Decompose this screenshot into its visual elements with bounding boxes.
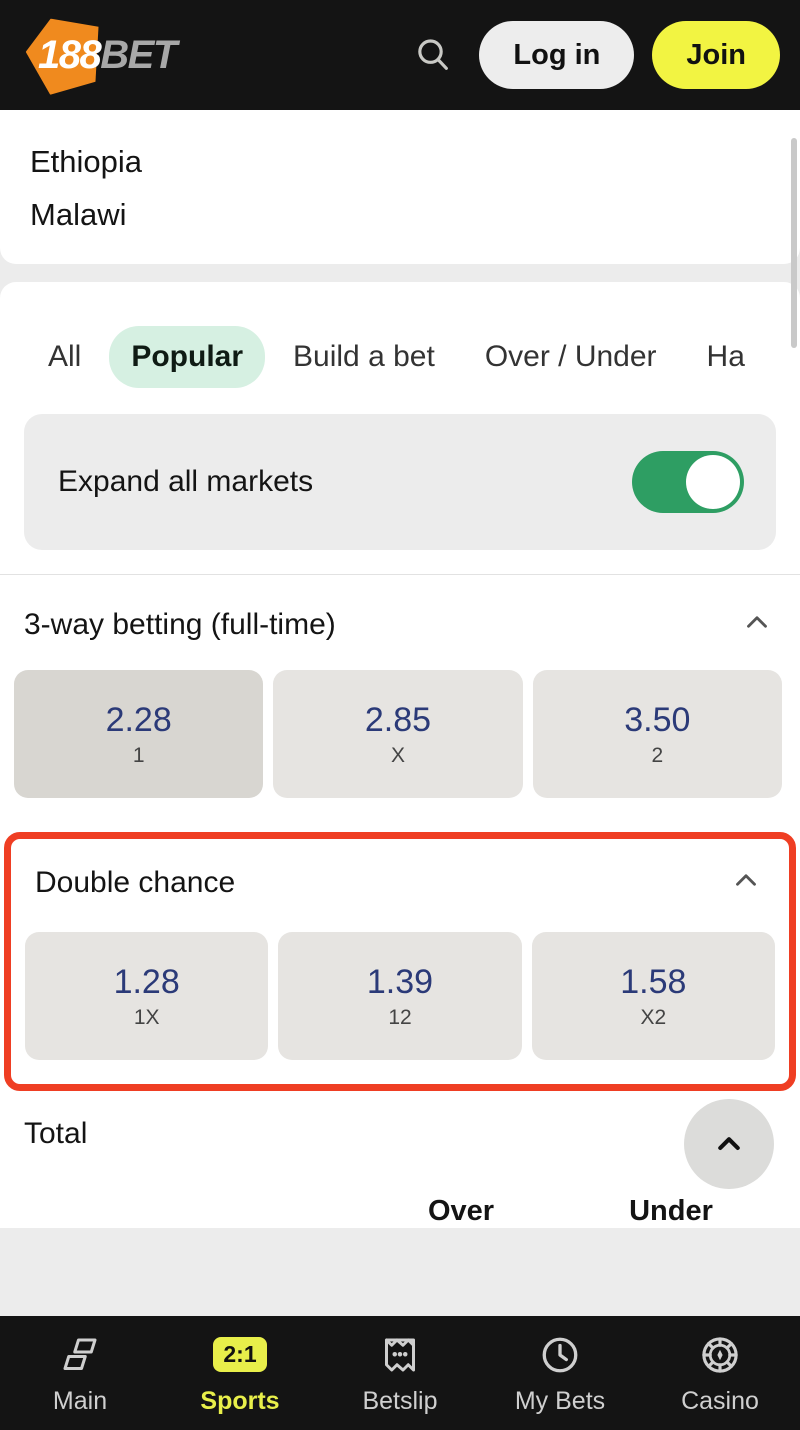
panels-icon (59, 1333, 101, 1377)
scroll-to-top-button[interactable] (684, 1099, 774, 1189)
scroll-content[interactable]: Ethiopia Malawi All Popular Build a bet … (0, 110, 800, 1316)
market-double-chance: Double chance 1.28 1X 1.39 12 1.58 X2 (4, 832, 796, 1091)
toggle-knob (686, 455, 740, 509)
logo-wordmark: 188BET (26, 33, 177, 77)
market-title-3-way: 3-way betting (full-time) (24, 607, 336, 641)
tab-handicap[interactable]: Ha (685, 326, 767, 388)
nav-item-main[interactable]: Main (0, 1333, 160, 1414)
over-column-header: Over (427, 1195, 495, 1227)
odds-label: X2 (640, 1005, 667, 1029)
app-screen: 188BET Log in Join Ethiopia Malawi All P… (0, 0, 800, 1430)
odds-row-3-way: 2.28 1 2.85 X 3.50 2 (0, 660, 800, 820)
nav-item-betslip[interactable]: Betslip (320, 1333, 480, 1414)
odds-button-12[interactable]: 1.39 12 (278, 932, 522, 1060)
nav-item-sports[interactable]: 2:1 Sports (160, 1333, 320, 1414)
expand-all-markets-row[interactable]: Expand all markets (24, 414, 776, 550)
login-button[interactable]: Log in (479, 21, 635, 89)
market-3-way-betting: 3-way betting (full-time) 2.28 1 2.85 X … (0, 575, 800, 826)
tab-all[interactable]: All (26, 326, 103, 388)
logo-bet-text: BET (100, 33, 177, 77)
market-header-3-way[interactable]: 3-way betting (full-time) (0, 575, 800, 660)
brand-logo[interactable]: 188BET (26, 12, 177, 98)
nav-label-my-bets: My Bets (514, 1386, 606, 1415)
odds-label: 1X (133, 1005, 160, 1029)
chevron-up-icon[interactable] (729, 863, 763, 902)
nav-item-casino[interactable]: Casino (640, 1333, 800, 1414)
score-2-1-badge-icon: 2:1 (213, 1333, 267, 1377)
odds-value: 2.85 (364, 700, 432, 739)
market-title-total: Total (24, 1117, 88, 1150)
markets-card: All Popular Build a bet Over / Under Ha … (0, 282, 800, 1228)
nav-label-casino: Casino (681, 1386, 759, 1415)
join-button[interactable]: Join (652, 21, 780, 89)
nav-item-my-bets[interactable]: My Bets (480, 1333, 640, 1414)
expand-all-markets-toggle[interactable] (632, 451, 744, 513)
odds-button-draw[interactable]: 2.85 X (273, 670, 523, 798)
market-total: Total Over Under (0, 1091, 800, 1228)
odds-value: 1.58 (620, 962, 687, 1001)
under-column-header: Under (629, 1195, 713, 1227)
score-badge-text: 2:1 (213, 1337, 267, 1372)
odds-label: 1 (132, 743, 145, 767)
ticket-icon (380, 1333, 420, 1377)
market-header-double-chance[interactable]: Double chance (11, 839, 789, 928)
expand-all-wrapper: Expand all markets (0, 410, 800, 574)
event-teams-card: Ethiopia Malawi (0, 110, 800, 264)
tab-build-a-bet[interactable]: Build a bet (271, 326, 457, 388)
nav-label-betslip: Betslip (362, 1386, 438, 1415)
odds-button-home[interactable]: 2.28 1 (14, 670, 264, 798)
header-actions: Log in Join (405, 21, 782, 89)
tab-over-under[interactable]: Over / Under (463, 326, 679, 388)
chevron-up-icon[interactable] (740, 605, 774, 644)
odds-button-x2[interactable]: 1.58 X2 (531, 932, 775, 1060)
odds-value: 2.28 (105, 700, 172, 739)
home-team-name: Ethiopia (30, 144, 143, 179)
odds-label: X (390, 743, 405, 767)
tab-popular[interactable]: Popular (109, 326, 266, 388)
away-team-name: Malawi (30, 197, 127, 232)
total-column-headers: Over Under (24, 1151, 776, 1228)
odds-value: 1.28 (113, 962, 180, 1001)
odds-row-double-chance: 1.28 1X 1.39 12 1.58 X2 (11, 928, 789, 1076)
odds-label: 2 (651, 743, 664, 767)
vertical-scrollbar[interactable] (791, 138, 797, 348)
odds-value: 3.50 (624, 700, 691, 739)
expand-all-markets-label: Expand all markets (58, 465, 314, 498)
search-icon (418, 39, 449, 70)
logo-188-text: 188 (38, 33, 102, 77)
chevron-up-icon (718, 1137, 740, 1151)
odds-value: 1.39 (366, 962, 434, 1001)
bottom-navigation-bar: Main 2:1 Sports Betslip My Bets Casino (0, 1316, 800, 1430)
top-header-bar: 188BET Log in Join (0, 0, 800, 110)
search-button[interactable] (405, 27, 461, 83)
casino-chip-icon (699, 1333, 741, 1377)
nav-label-sports: Sports (200, 1386, 280, 1415)
market-title-double-chance: Double chance (35, 865, 236, 899)
odds-button-1x[interactable]: 1.28 1X (25, 932, 269, 1060)
clock-icon (539, 1333, 581, 1377)
market-tabs[interactable]: All Popular Build a bet Over / Under Ha (0, 312, 800, 410)
odds-button-away[interactable]: 3.50 2 (532, 670, 782, 798)
nav-label-main: Main (52, 1386, 108, 1415)
odds-label: 12 (388, 1005, 412, 1029)
